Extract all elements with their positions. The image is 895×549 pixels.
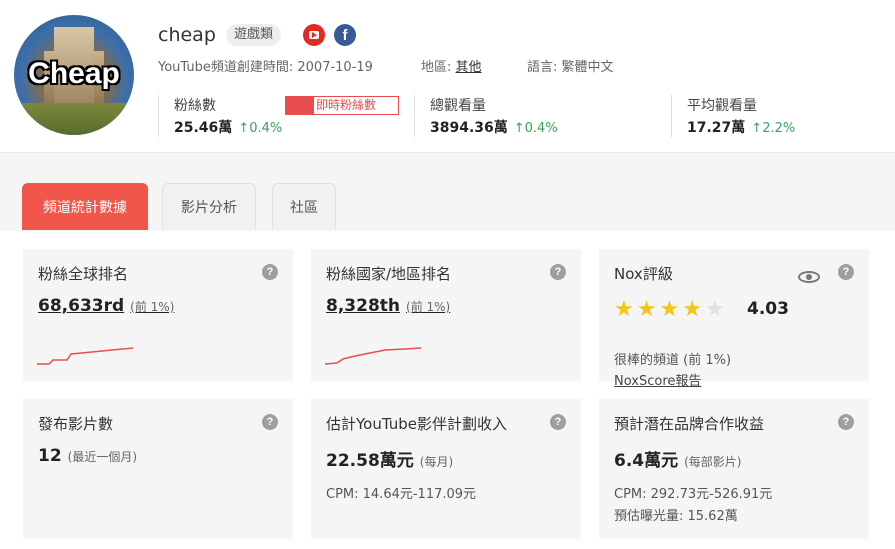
help-icon[interactable]: ? — [262, 414, 278, 430]
eye-icon[interactable] — [798, 271, 820, 283]
card-country-rank: 粉絲國家/地區排名 ? 8,328th (前 1%) — [311, 249, 581, 381]
rating-stars: ★ ★ ★ ★ ★ — [614, 297, 728, 322]
global-rank-sparkline — [37, 347, 134, 365]
global-rank-value[interactable]: 68,633rd (前 1%) — [38, 296, 174, 316]
help-icon[interactable]: ? — [262, 264, 278, 280]
help-icon[interactable]: ? — [550, 414, 566, 430]
avatar-text: Cheap — [28, 57, 120, 90]
tab-video-analysis[interactable]: 影片分析 — [162, 183, 256, 230]
country-rank-sparkline — [325, 347, 422, 365]
star-icon: ★ — [682, 297, 702, 322]
youtube-icon[interactable] — [303, 24, 325, 46]
income-cpm: CPM: 14.64元-117.09元 — [326, 487, 477, 502]
card-nox-rating: Nox評級 ? ★ ★ ★ ★ ★ 4.03 很棒的頻道 (前 1%) NoxScore… — [599, 249, 869, 389]
stat-avg-views: 平均觀看量 17.27萬 ↑2.2% — [671, 95, 871, 137]
brand-exposure: 預估曝光量: 15.62萬 — [614, 509, 738, 524]
nox-desc: 很棒的頻道 (前 1%) — [614, 353, 732, 368]
country-rank-value[interactable]: 8,328th (前 1%) — [326, 296, 450, 316]
stats-content: 粉絲全球排名 ? 68,633rd (前 1%) 粉絲國家/地區排名 ? 8,32… — [0, 231, 895, 549]
card-global-rank: 粉絲全球排名 ? 68,633rd (前 1%) — [23, 249, 293, 381]
channel-avatar[interactable]: Cheap — [14, 15, 134, 135]
stat-views: 總觀看量 3894.36萬 ↑0.4% — [414, 95, 654, 137]
channel-header: Cheap cheap 遊戲類 f YouTube頻道創建時間: 2007-10… — [0, 0, 895, 153]
created-info: YouTube頻道創建時間: 2007-10-19 — [158, 60, 373, 75]
region-link[interactable]: 其他 — [456, 60, 482, 75]
tab-channel-stats[interactable]: 頻道統計數據 — [22, 183, 148, 230]
language-info: 語言: 繁體中文 — [527, 60, 614, 75]
help-icon[interactable]: ? — [550, 264, 566, 280]
nox-score: 4.03 — [747, 299, 789, 319]
brand-value: 6.4萬元 (每部影片) — [614, 451, 742, 471]
help-icon[interactable]: ? — [838, 414, 854, 430]
tab-bar: 頻道統計數據 影片分析 社區 — [0, 183, 895, 232]
created-date: 2007-10-19 — [297, 60, 373, 75]
star-icon: ★ — [704, 297, 725, 322]
stat-label: 粉絲數 — [174, 98, 216, 114]
region-info: 地區: 其他 — [421, 60, 482, 75]
live-subscribers-button[interactable]: 即時粉絲數 — [285, 96, 399, 115]
star-icon: ★ — [636, 297, 657, 322]
card-videos: 發布影片數 ? 12 (最近一個月) — [23, 399, 293, 539]
star-icon: ★ — [659, 297, 680, 322]
star-icon: ★ — [614, 297, 634, 322]
brand-cpm: CPM: 292.73元-526.91元 — [614, 487, 773, 502]
stat-change: ↑0.4% — [238, 121, 283, 136]
noxscore-report-link[interactable]: NoxScore報告 — [614, 370, 701, 389]
category-badge[interactable]: 遊戲類 — [226, 24, 282, 46]
card-brand-income: 預計潛在品牌合作收益 ? 6.4萬元 (每部影片) CPM: 292.73元-52… — [599, 399, 869, 539]
help-icon[interactable]: ? — [838, 264, 854, 280]
income-value: 22.58萬元 (每月) — [326, 451, 454, 471]
videos-value: 12 (最近一個月) — [38, 446, 138, 466]
card-income: 估計YouTube影伴計劃收入 ? 22.58萬元 (每月) CPM: 14.64… — [311, 399, 581, 539]
facebook-icon[interactable]: f — [334, 24, 356, 46]
tab-community[interactable]: 社區 — [272, 183, 336, 230]
stat-value: 25.46萬 — [174, 120, 233, 136]
channel-name: cheap — [158, 24, 216, 46]
